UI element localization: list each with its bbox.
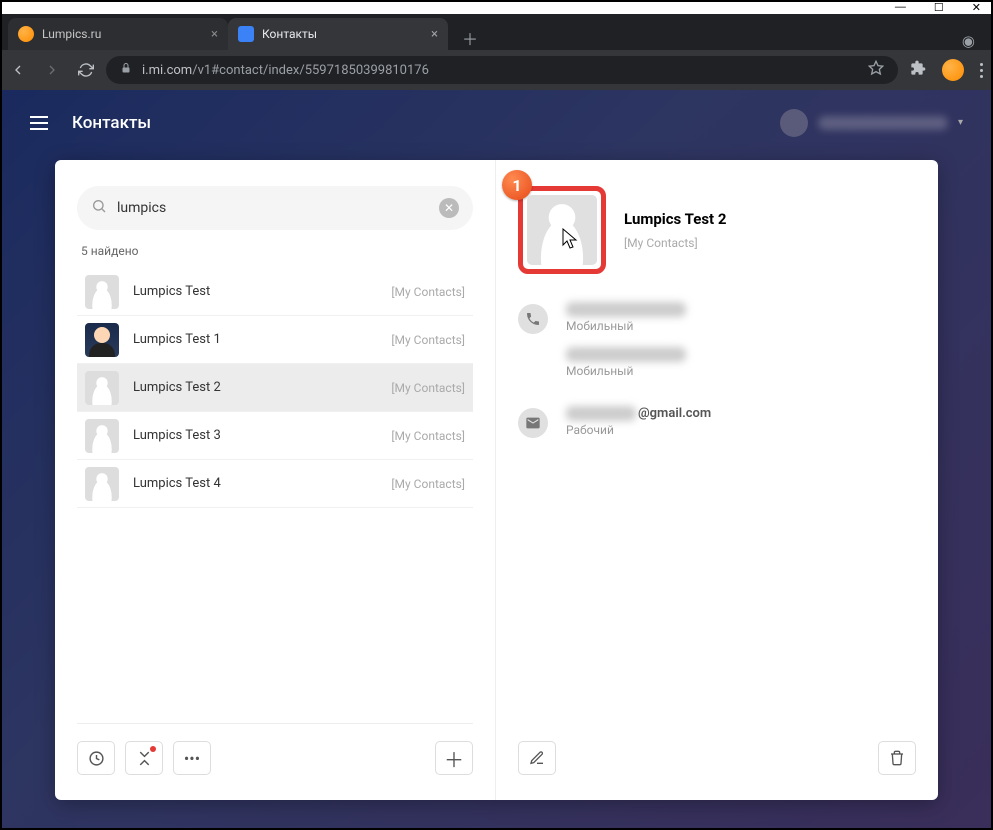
notification-dot-icon <box>150 746 156 752</box>
detail-tag: [My Contacts] <box>624 236 726 250</box>
url-text: i.mi.com/v1#contact/index/55971850399810… <box>142 63 858 78</box>
avatar-icon <box>85 371 119 405</box>
lock-icon <box>120 62 132 78</box>
avatar-icon <box>85 467 119 501</box>
chevron-down-icon: ▾ <box>958 117 963 128</box>
address-bar[interactable]: i.mi.com/v1#contact/index/55971850399810… <box>106 56 898 84</box>
tab-close-icon[interactable]: × <box>431 27 438 42</box>
user-avatar-icon <box>780 109 808 137</box>
clear-search-button[interactable]: ✕ <box>439 198 459 218</box>
contact-row[interactable]: Lumpics Test [My Contacts] <box>77 268 473 316</box>
search-input[interactable] <box>117 200 429 216</box>
forward-button[interactable] <box>44 62 60 78</box>
app-title: Контакты <box>72 113 151 133</box>
window-close[interactable]: ✕ <box>972 1 981 14</box>
favicon-icon <box>238 26 254 42</box>
more-button[interactable]: ••• <box>173 741 211 775</box>
email-label: Рабочий <box>566 423 711 437</box>
contact-tag: [My Contacts] <box>391 333 465 347</box>
edit-button[interactable] <box>518 741 556 775</box>
star-icon[interactable] <box>868 60 884 80</box>
extensions-icon[interactable] <box>910 60 926 80</box>
app-viewport: Контакты ▾ ✕ 5 найдено Lumpics Test [My … <box>0 90 993 830</box>
contact-name: Lumpics Test 3 <box>133 428 221 443</box>
contact-row[interactable]: Lumpics Test 1 [My Contacts] <box>77 316 473 364</box>
favicon-icon <box>18 26 34 42</box>
contact-name: Lumpics Test 4 <box>133 476 221 491</box>
add-contact-button[interactable]: ＋ <box>435 741 473 775</box>
contact-tag: [My Contacts] <box>391 285 465 299</box>
email-value: @gmail.com <box>566 406 711 421</box>
tab-title: Lumpics.ru <box>42 27 101 41</box>
delete-button[interactable] <box>878 741 916 775</box>
browser-tab-lumpics[interactable]: Lumpics.ru × <box>8 18 228 50</box>
phone-section: Мобильный Мобильный <box>518 302 916 378</box>
search-icon <box>91 198 107 218</box>
avatar-icon <box>85 323 119 357</box>
contact-row[interactable]: Lumpics Test 3 [My Contacts] <box>77 412 473 460</box>
contact-name: Lumpics Test <box>133 284 210 299</box>
user-menu[interactable]: ▾ <box>780 109 963 137</box>
browser-toolbar: i.mi.com/v1#contact/index/55971850399810… <box>0 50 993 90</box>
phone-value-blurred <box>566 302 686 317</box>
detail-actions <box>518 734 916 782</box>
contact-tag: [My Contacts] <box>391 381 465 395</box>
contacts-list-pane: ✕ 5 найдено Lumpics Test [My Contacts] L… <box>55 160 495 800</box>
contacts-list[interactable]: Lumpics Test [My Contacts] Lumpics Test … <box>77 268 473 724</box>
list-actions: ••• ＋ <box>77 734 473 782</box>
contact-row[interactable]: Lumpics Test 2 [My Contacts] <box>77 364 473 412</box>
phone-value-blurred <box>566 347 686 362</box>
window-titlebar: — ☐ ✕ <box>0 0 993 14</box>
phone-icon <box>518 304 548 334</box>
contact-tag: [My Contacts] <box>391 477 465 491</box>
contact-name: Lumpics Test 1 <box>133 332 221 347</box>
email-section: @gmail.com Рабочий <box>518 406 916 438</box>
phone-label: Мобильный <box>566 319 686 333</box>
user-name-blurred <box>818 116 948 130</box>
window-maximize[interactable]: ☐ <box>934 1 944 14</box>
email-icon <box>518 408 548 438</box>
profile-avatar-icon[interactable] <box>942 59 964 81</box>
new-tab-button[interactable]: ＋ <box>448 26 492 50</box>
avatar-icon <box>85 419 119 453</box>
back-button[interactable] <box>10 62 26 78</box>
reload-button[interactable] <box>78 62 94 78</box>
detail-name: Lumpics Test 2 <box>624 210 726 228</box>
browser-tab-contacts[interactable]: Контакты × <box>228 18 448 50</box>
annotation-outline <box>518 186 606 274</box>
search-wrap: ✕ <box>77 186 473 230</box>
contact-name: Lumpics Test 2 <box>133 380 221 395</box>
contacts-card: ✕ 5 найдено Lumpics Test [My Contacts] L… <box>55 160 938 800</box>
tab-title: Контакты <box>262 27 317 41</box>
browser-menu-icon[interactable] <box>980 63 983 78</box>
media-indicator-icon[interactable]: ◉ <box>944 32 993 50</box>
hamburger-menu-icon[interactable] <box>30 116 48 130</box>
results-count: 5 найдено <box>81 244 469 258</box>
avatar-icon <box>85 275 119 309</box>
browser-tab-strip: Lumpics.ru × Контакты × ＋ ◉ <box>0 14 993 50</box>
detail-header: 1 Lumpics Test 2 [My Contacts] <box>518 186 916 274</box>
window-minimize[interactable]: — <box>895 1 906 13</box>
contact-row[interactable]: Lumpics Test 4 [My Contacts] <box>77 460 473 508</box>
detail-avatar-wrap: 1 <box>518 186 606 274</box>
tab-close-icon[interactable]: × <box>211 27 218 42</box>
phone-label: Мобильный <box>566 364 686 378</box>
contact-tag: [My Contacts] <box>391 429 465 443</box>
app-header: Контакты ▾ <box>0 90 993 155</box>
merge-button[interactable] <box>125 741 163 775</box>
contact-avatar[interactable] <box>527 195 597 265</box>
contact-detail-pane: 1 Lumpics Test 2 [My Contacts] Мобильн <box>495 160 938 800</box>
history-button[interactable] <box>77 741 115 775</box>
